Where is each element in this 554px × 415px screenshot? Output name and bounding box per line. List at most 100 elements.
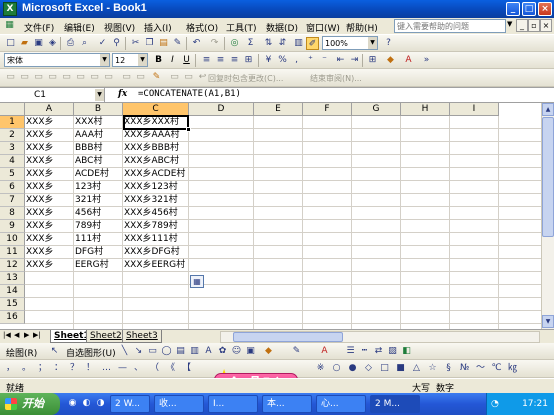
note-symbol-icon[interactable]: ※ [314, 362, 327, 375]
autosum-icon[interactable]: Σ [244, 37, 257, 50]
undo-icon[interactable]: ↶ [190, 37, 203, 50]
select-objects-icon[interactable]: ↖ [48, 345, 61, 358]
font-size-select[interactable]: 12 ▼ [112, 53, 148, 67]
cell-c16[interactable] [123, 311, 201, 324]
comma-symbol-icon[interactable]: ， [4, 362, 17, 375]
quicklaunch-icon-3[interactable]: ◑ [94, 397, 107, 410]
row-header[interactable]: 7 [0, 194, 25, 207]
comma-style-icon[interactable]: , [290, 54, 303, 67]
review-icon-9[interactable]: ▭ [120, 71, 133, 84]
cell-b8[interactable]: 456村 [74, 207, 122, 220]
cell-b12[interactable]: EERG村 [74, 259, 122, 272]
row-header[interactable]: 1 [0, 116, 25, 129]
row-header[interactable]: 6 [0, 181, 25, 194]
vertical-scrollbar[interactable]: ▲ ▼ [541, 103, 554, 329]
increase-indent-icon[interactable]: ⇥ [348, 54, 361, 67]
menu-file[interactable]: 文件(F) [24, 21, 54, 34]
research-icon[interactable]: ⚲ [110, 37, 123, 50]
row-header[interactable]: 16 [0, 311, 25, 324]
workbook-close-button[interactable]: × [540, 19, 552, 32]
taskbar-button-3[interactable]: I... [208, 395, 258, 413]
column-header-b[interactable]: B [74, 103, 123, 116]
row-header[interactable]: 9 [0, 220, 25, 233]
menu-edit[interactable]: 编辑(E) [64, 21, 95, 34]
cell-a14[interactable] [25, 285, 73, 298]
zoom-select[interactable]: 100% ▼ [322, 36, 378, 50]
row-header[interactable]: 8 [0, 207, 25, 220]
italic-button[interactable]: I [166, 54, 179, 67]
colon-symbol-icon[interactable]: ： [52, 362, 65, 375]
numero-symbol-icon[interactable]: № [458, 362, 471, 375]
first-sheet-icon[interactable]: |◀ [3, 331, 11, 339]
review-icon-3[interactable]: ▭ [32, 71, 45, 84]
cell-c15[interactable] [123, 298, 201, 311]
increase-decimal-icon[interactable]: ⁺ [304, 54, 317, 67]
line-icon[interactable]: ╲ [118, 345, 131, 358]
cell-a1[interactable]: XXX乡 [25, 116, 73, 129]
cell-c9[interactable]: XXX乡789村 [123, 220, 201, 233]
kg-symbol-icon[interactable]: ㎏ [506, 362, 519, 375]
font-color-icon[interactable]: A [318, 345, 331, 358]
print-icon[interactable]: ⎙ [64, 37, 77, 50]
align-left-icon[interactable]: ≡ [200, 54, 213, 67]
redo-icon[interactable]: ↷ [208, 37, 221, 50]
underline-button[interactable]: U [180, 54, 193, 67]
menu-help[interactable]: 帮助(H) [346, 21, 378, 34]
cell-b1[interactable]: XXX村 [74, 116, 122, 129]
workbook-minimize-button[interactable]: _ [516, 19, 528, 32]
cell-b11[interactable]: DFG村 [74, 246, 122, 259]
autoshapes-menu-button[interactable]: 自选图形(U) [66, 346, 116, 359]
row-header[interactable]: 10 [0, 233, 25, 246]
name-box[interactable]: C1 ▼ [0, 88, 105, 102]
taskbar-button-4[interactable]: 本... [262, 395, 312, 413]
chevron-down-icon[interactable]: ▼ [100, 54, 109, 66]
row-header[interactable]: 15 [0, 298, 25, 311]
review-icon-7[interactable]: ▭ [88, 71, 101, 84]
autofill-options-icon[interactable]: ▦ [190, 275, 204, 288]
review-icon-10[interactable]: ▭ [134, 71, 147, 84]
cell-c12[interactable]: XXX乡EERG村 [123, 259, 201, 272]
clip-art-icon[interactable]: ☺ [230, 345, 243, 358]
line-style-icon[interactable]: ☰ [344, 345, 357, 358]
cell-c3[interactable]: XXX乡BBB村 [123, 142, 201, 155]
cell-c10[interactable]: XXX乡111村 [123, 233, 201, 246]
row-header[interactable]: 3 [0, 142, 25, 155]
fill-handle[interactable] [186, 127, 191, 132]
new-icon[interactable]: □ [4, 37, 17, 50]
insert-picture-icon[interactable]: ▣ [244, 345, 257, 358]
row-header[interactable]: 12 [0, 259, 25, 272]
row-header[interactable]: 5 [0, 168, 25, 181]
ellipsis-symbol-icon[interactable]: … [100, 362, 113, 375]
sort-ascending-icon[interactable]: ⇅ [262, 37, 275, 50]
cell-c4[interactable]: XXX乡ABC村 [123, 155, 201, 168]
excel-app-icon[interactable]: X [3, 2, 17, 16]
workbook-icon[interactable]: ▦ [3, 19, 16, 32]
section-symbol-icon[interactable]: § [442, 362, 455, 375]
quicklaunch-icon-2[interactable]: ◐ [80, 397, 93, 410]
horizontal-scrollbar[interactable] [220, 331, 540, 343]
semicolon-symbol-icon[interactable]: ； [36, 362, 49, 375]
scroll-down-icon[interactable]: ▼ [542, 315, 554, 328]
vertical-scroll-thumb[interactable] [542, 117, 554, 237]
question-symbol-icon[interactable]: ？ [68, 362, 81, 375]
cell-a5[interactable]: XXX乡 [25, 168, 73, 181]
diagram-icon[interactable]: ✿ [216, 345, 229, 358]
cell-b13[interactable] [74, 272, 122, 285]
column-header-e[interactable]: E [254, 103, 303, 116]
taskbar-button-6[interactable]: 2 M... [370, 395, 420, 413]
cell-c8[interactable]: XXX乡456村 [123, 207, 201, 220]
column-header-g[interactable]: G [352, 103, 401, 116]
fill-color-icon[interactable]: ◆ [262, 345, 275, 358]
quicklaunch-icon-1[interactable]: ◉ [66, 397, 79, 410]
tilde-symbol-icon[interactable]: ～ [474, 362, 487, 375]
menu-data[interactable]: 数据(D) [266, 21, 298, 34]
cell-b2[interactable]: AAA村 [74, 129, 122, 142]
column-header-h[interactable]: H [401, 103, 450, 116]
cell-a4[interactable]: XXX乡 [25, 155, 73, 168]
borders-icon[interactable]: ⊞ [366, 54, 379, 67]
worksheet-grid[interactable]: A B C D E F G H I 1 XXX乡 XXX村 XXX乡XXX村 2 XXX乡 AAA村 XXX乡A… [0, 103, 554, 329]
cell-b6[interactable]: 123村 [74, 181, 122, 194]
last-sheet-icon[interactable]: ▶| [33, 331, 41, 339]
menu-tools[interactable]: 工具(T) [226, 21, 257, 34]
cell-b10[interactable]: 111村 [74, 233, 122, 246]
